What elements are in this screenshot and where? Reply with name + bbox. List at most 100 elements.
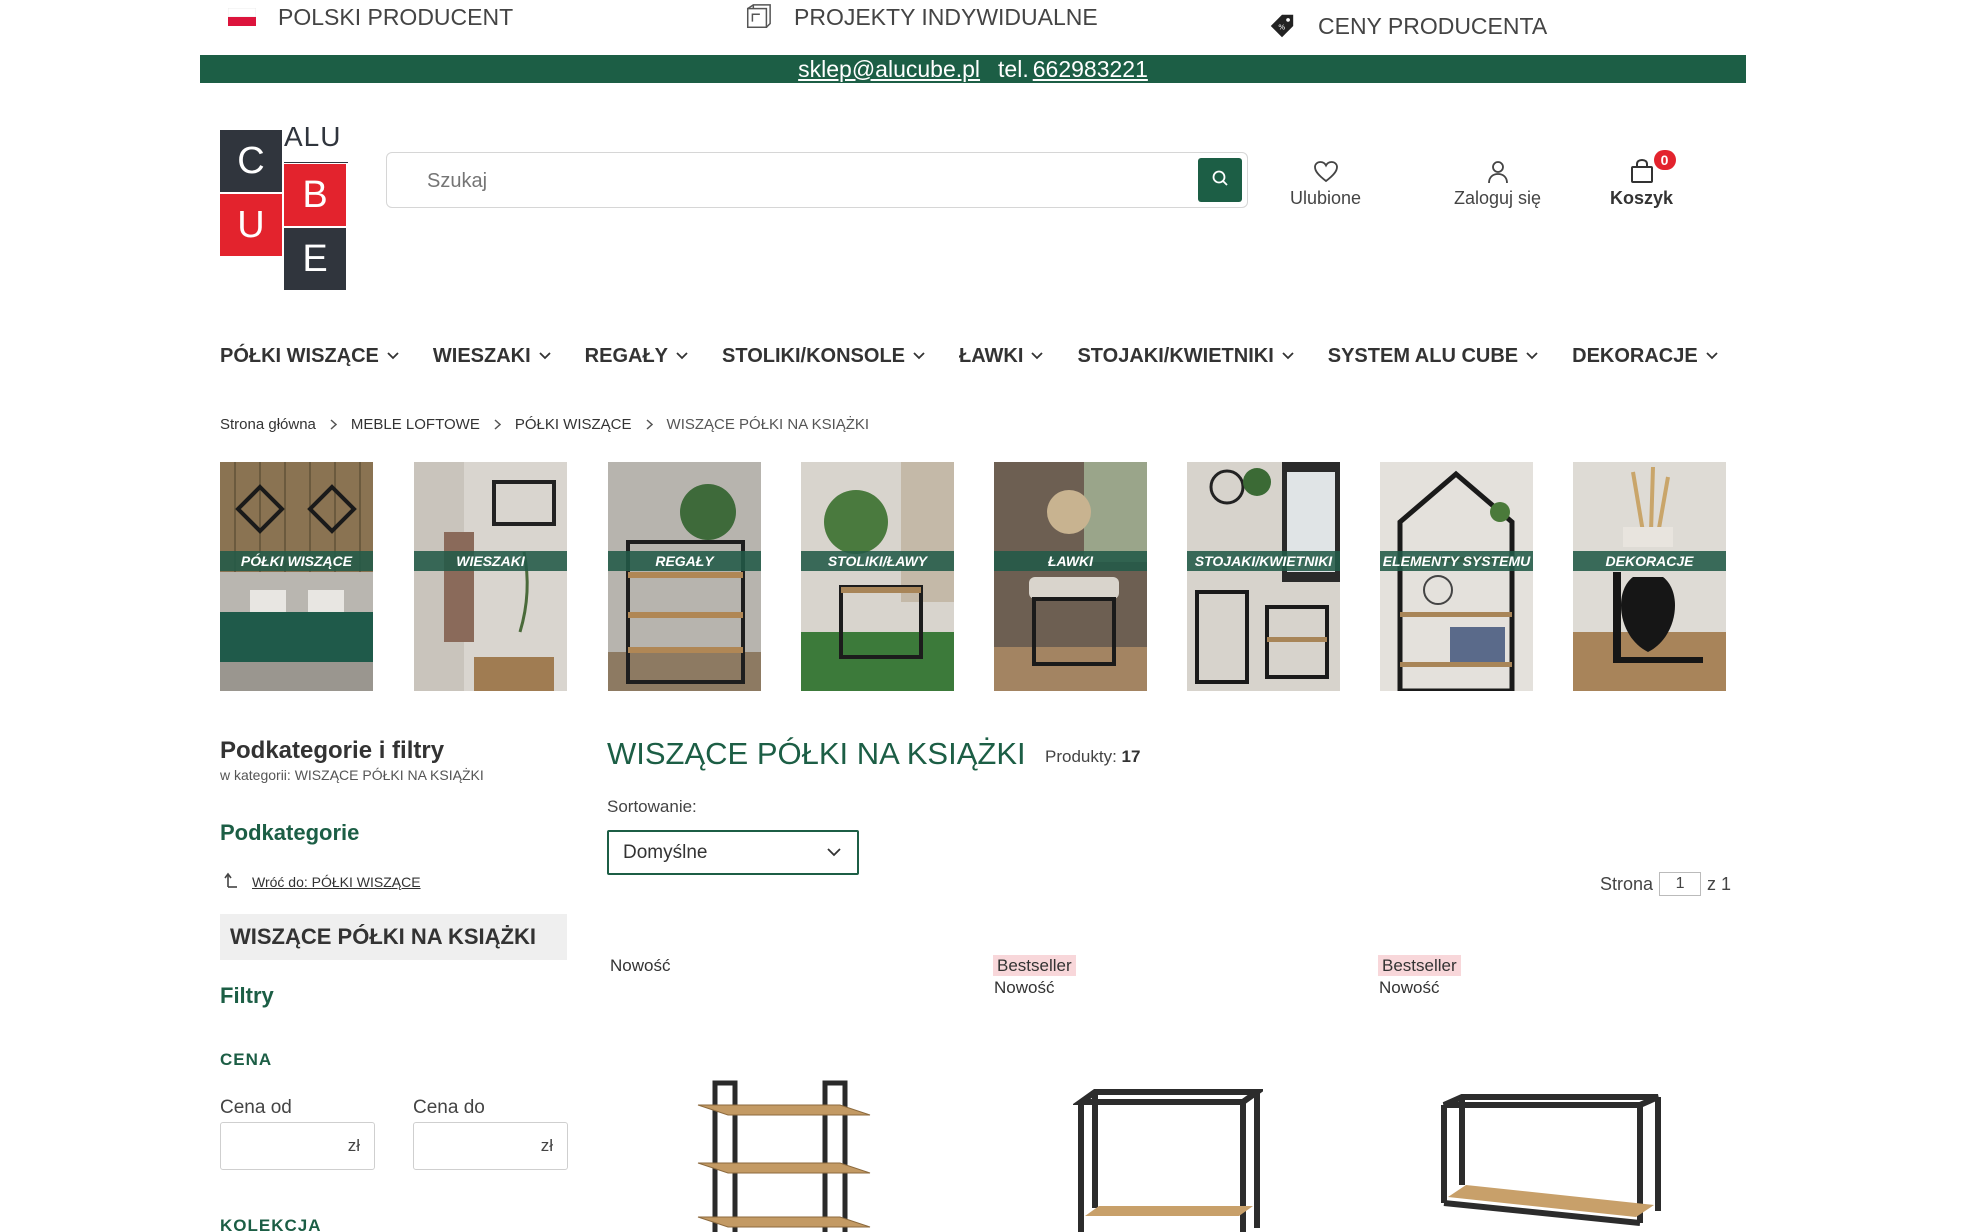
category-tile-wieszaki[interactable]: WIESZAKI bbox=[414, 462, 567, 691]
nav-item-polki-wiszace[interactable]: PÓŁKI WISZĄCE bbox=[220, 345, 399, 368]
page-title: WISZĄCE PÓŁKI NA KSIĄŻKI bbox=[607, 736, 1026, 771]
nav-item-wieszaki[interactable]: WIESZAKI bbox=[433, 345, 551, 368]
category-label: ŁAWKI bbox=[994, 551, 1147, 571]
chevron-right-icon bbox=[646, 419, 653, 430]
chevron-down-icon bbox=[1526, 352, 1538, 360]
back-link-label: Wróć do: PÓŁKI WISZĄCE bbox=[252, 873, 421, 890]
breadcrumb-home[interactable]: Strona główna bbox=[220, 416, 316, 433]
svg-text:%: % bbox=[1278, 23, 1285, 32]
badge-new: Nowość bbox=[610, 956, 671, 975]
category-tile-lawki[interactable]: ŁAWKI bbox=[994, 462, 1147, 691]
current-subcategory[interactable]: WISZĄCE PÓŁKI NA KSIĄŻKI bbox=[220, 914, 567, 960]
category-image bbox=[1187, 462, 1340, 691]
favorites-button[interactable]: Ulubione bbox=[1290, 158, 1361, 209]
product-card-1[interactable]: Nowość bbox=[610, 956, 670, 976]
price-to-input[interactable]: zł bbox=[413, 1122, 568, 1170]
category-tile-stoliki-lawy[interactable]: STOLIKI/ŁAWY bbox=[801, 462, 954, 691]
login-button[interactable]: Zaloguj się bbox=[1454, 158, 1541, 209]
price-tag-icon: % bbox=[1268, 12, 1296, 40]
nav-item-stoliki-konsole[interactable]: STOLIKI/KONSOLE bbox=[722, 345, 925, 368]
subcategories-heading: Podkategorie bbox=[220, 820, 360, 845]
poland-flag-icon bbox=[228, 3, 256, 31]
chevron-down-icon bbox=[539, 352, 551, 360]
main-nav: PÓŁKI WISZĄCE WIESZAKI REGAŁY STOLIKI/KO… bbox=[220, 339, 1718, 373]
nav-label: PÓŁKI WISZĄCE bbox=[220, 344, 379, 367]
breadcrumb-meble-loftowe[interactable]: MEBLE LOFTOWE bbox=[351, 416, 480, 433]
chevron-down-icon bbox=[1282, 352, 1294, 360]
search-icon bbox=[1211, 169, 1229, 192]
category-tile-dekoracje[interactable]: DEKORACJE bbox=[1573, 462, 1726, 691]
usp-polish-producer: POLSKI PRODUCENT bbox=[228, 2, 513, 32]
contact-bar: sklep@alucube.pl tel. 662983221 bbox=[200, 55, 1746, 83]
nav-label: REGAŁY bbox=[584, 344, 669, 367]
product-count-value: 17 bbox=[1121, 747, 1141, 766]
product-image-2 bbox=[1073, 1089, 1263, 1232]
currency-label: zł bbox=[347, 1136, 360, 1155]
page-total: z 1 bbox=[1707, 873, 1732, 894]
breadcrumb-current: WISZĄCE PÓŁKI NA KSIĄŻKI bbox=[666, 416, 870, 433]
product-card-3[interactable]: Bestseller Nowość bbox=[1378, 955, 1461, 998]
blueprint-icon bbox=[744, 3, 772, 31]
filters-heading: Filtry bbox=[220, 983, 274, 1008]
category-label: PÓŁKI WISZĄCE bbox=[220, 551, 373, 571]
cart-button[interactable]: 0 Koszyk bbox=[1610, 150, 1676, 209]
product-image-3 bbox=[1441, 1094, 1661, 1226]
chevron-right-icon bbox=[494, 419, 501, 430]
category-image bbox=[994, 462, 1147, 691]
nav-item-lawki[interactable]: ŁAWKI bbox=[959, 345, 1044, 368]
sidebar-subtitle: w kategorii: WISZĄCE PÓŁKI NA KSIĄŻKI bbox=[220, 767, 484, 783]
nav-label: SYSTEM ALU CUBE bbox=[1327, 344, 1519, 367]
badge-new: Nowość bbox=[1379, 978, 1440, 997]
email-link[interactable]: sklep@alucube.pl bbox=[798, 56, 980, 83]
product-card-2[interactable]: Bestseller Nowość bbox=[993, 955, 1076, 998]
nav-item-dekoracje[interactable]: DEKORACJE bbox=[1572, 345, 1718, 368]
login-label: Zaloguj się bbox=[1454, 188, 1542, 208]
chevron-down-icon bbox=[387, 352, 399, 360]
logo-divider bbox=[284, 162, 348, 163]
chevron-down-icon bbox=[1706, 352, 1718, 360]
category-label: STOJAKI/KWIETNIKI bbox=[1187, 551, 1340, 571]
page-number-input[interactable]: 1 bbox=[1659, 872, 1702, 896]
category-image bbox=[414, 462, 567, 691]
category-label: REGAŁY bbox=[608, 551, 761, 571]
chevron-right-icon bbox=[330, 419, 337, 430]
search-input[interactable] bbox=[427, 167, 1127, 195]
search-box bbox=[386, 152, 1248, 208]
logo-letter-c: C bbox=[220, 130, 282, 192]
logo-letter-u: U bbox=[220, 194, 282, 256]
category-tile-polki-wiszace[interactable]: PÓŁKI WISZĄCE bbox=[220, 462, 373, 691]
usp-label: PROJEKTY INDYWIDUALNE bbox=[794, 3, 1098, 30]
sort-select[interactable]: Domyślne bbox=[607, 830, 859, 875]
chevron-down-icon bbox=[676, 352, 688, 360]
user-icon bbox=[1487, 158, 1509, 184]
category-image bbox=[1380, 462, 1533, 691]
nav-item-regaly[interactable]: REGAŁY bbox=[585, 345, 688, 368]
favorites-label: Ulubione bbox=[1290, 188, 1362, 208]
chevron-down-icon bbox=[913, 352, 925, 360]
chevron-down-icon bbox=[1031, 352, 1044, 360]
category-tile-regaly[interactable]: REGAŁY bbox=[608, 462, 761, 691]
price-from-input[interactable]: zł bbox=[220, 1122, 375, 1170]
cart-icon: 0 bbox=[1630, 150, 1676, 184]
back-to-parent-link[interactable]: Wróć do: PÓŁKI WISZĄCE bbox=[220, 872, 421, 891]
category-image bbox=[801, 462, 954, 691]
category-tile-stojaki-kwietniki[interactable]: STOJAKI/KWIETNIKI bbox=[1187, 462, 1340, 691]
collection-filter-heading: KOLEKCJA bbox=[220, 1216, 322, 1232]
nav-item-system-alu-cube[interactable]: SYSTEM ALU CUBE bbox=[1328, 345, 1538, 368]
sidebar-title: Podkategorie i filtry bbox=[220, 737, 445, 764]
category-image bbox=[608, 462, 761, 691]
product-count: Produkty: 17 bbox=[1045, 747, 1140, 767]
usp-producer-prices: % CENY PRODUCENTA bbox=[1268, 11, 1547, 41]
chevron-down-icon bbox=[827, 848, 841, 857]
search-button[interactable] bbox=[1198, 158, 1242, 202]
nav-item-stojaki-kwietniki[interactable]: STOJAKI/KWIETNIKI bbox=[1077, 345, 1294, 368]
category-label: WIESZAKI bbox=[414, 551, 567, 571]
category-image bbox=[220, 462, 373, 691]
phone-link[interactable]: 662983221 bbox=[1033, 56, 1148, 83]
heart-icon bbox=[1313, 158, 1339, 184]
alucube-logo[interactable]: C B U E ALU bbox=[220, 121, 348, 290]
breadcrumb-polki-wiszace[interactable]: PÓŁKI WISZĄCE bbox=[515, 416, 632, 433]
badge-bestseller: Bestseller bbox=[1378, 955, 1461, 976]
category-tile-elementy-systemu[interactable]: ELEMENTY SYSTEMU bbox=[1380, 462, 1533, 691]
price-to-label: Cena do bbox=[413, 1097, 485, 1118]
